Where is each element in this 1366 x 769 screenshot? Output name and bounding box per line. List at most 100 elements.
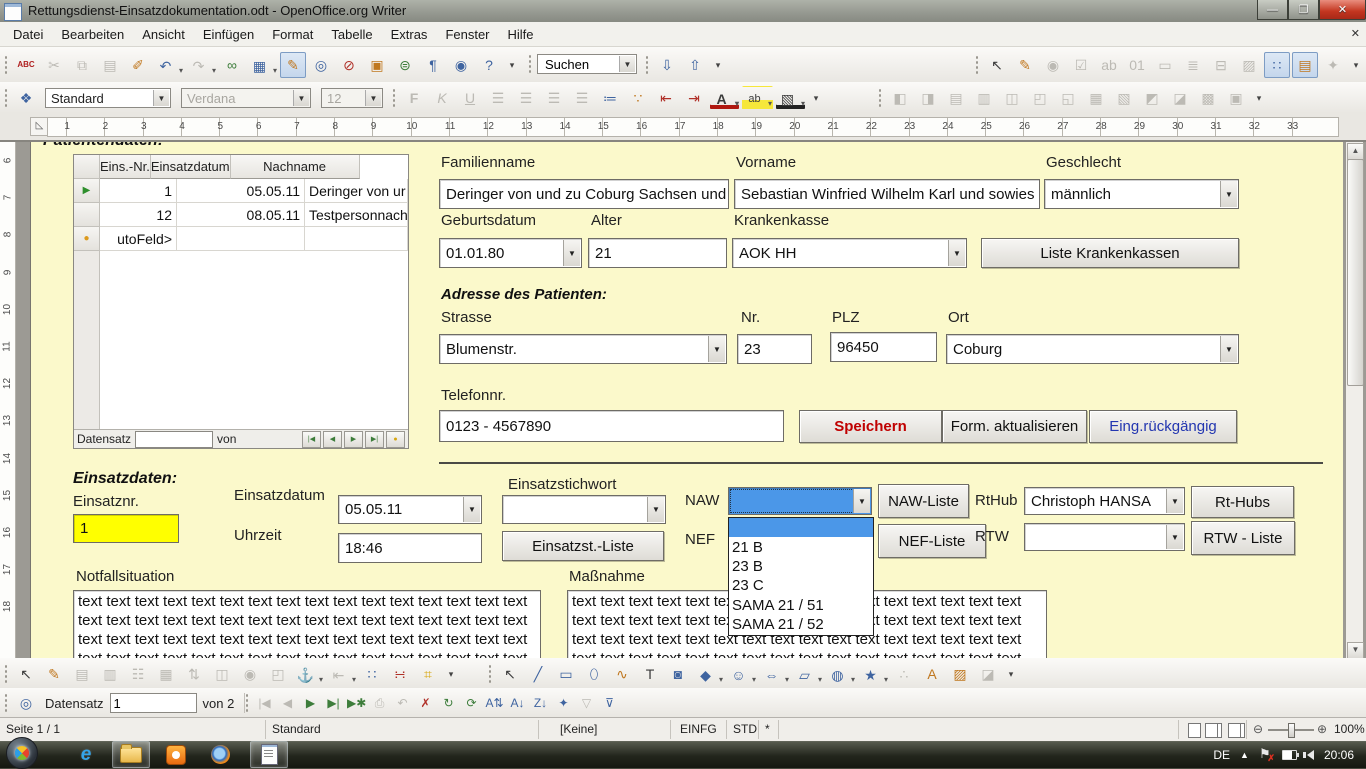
record-number-input[interactable] bbox=[110, 693, 197, 713]
frame-tool-icon[interactable]: ◪ bbox=[1167, 85, 1193, 111]
form-properties-icon[interactable]: ▥ bbox=[97, 661, 123, 687]
grid-visible-icon[interactable]: ∷ bbox=[359, 661, 385, 687]
multi-page-view-icon[interactable] bbox=[1205, 723, 1218, 738]
numbered-list-icon[interactable]: ≔ bbox=[597, 85, 623, 111]
auto-focus-icon[interactable]: ◉ bbox=[237, 661, 263, 687]
datasources-icon[interactable]: ⊜ bbox=[392, 52, 418, 78]
add-field-icon[interactable]: ▦ bbox=[153, 661, 179, 687]
increase-indent-icon[interactable]: ⇥ bbox=[681, 85, 707, 111]
navigator-icon[interactable]: ⊘ bbox=[336, 52, 362, 78]
krankenkasse-dropdown[interactable]: AOK HH▼ bbox=[732, 238, 967, 268]
font-size-combobox[interactable]: 12 ▼ bbox=[321, 88, 383, 108]
scroll-up-icon[interactable]: ▲ bbox=[1347, 143, 1364, 160]
form-design-icon[interactable]: ▤ bbox=[1292, 52, 1318, 78]
close-button[interactable]: ✕ bbox=[1319, 0, 1366, 20]
scrollbar-thumb[interactable] bbox=[1347, 159, 1364, 386]
toolbar-overflow-icon[interactable]: ▾ bbox=[1348, 52, 1364, 78]
form-aktualisieren-button[interactable]: Form. aktualisieren bbox=[942, 410, 1087, 443]
chevron-down-icon[interactable]: ▼ bbox=[1166, 489, 1183, 513]
fontwork-icon[interactable]: A bbox=[919, 661, 945, 687]
more-controls-icon[interactable]: ∷ bbox=[1264, 52, 1290, 78]
design-mode-icon[interactable]: ✎ bbox=[280, 52, 306, 78]
menu-item[interactable]: Einfügen bbox=[194, 24, 263, 45]
prev-record-icon[interactable]: ◀ bbox=[277, 690, 298, 716]
language-indicator[interactable]: [Keine] bbox=[560, 722, 597, 736]
naw-option[interactable]: SAMA 21 / 52 bbox=[729, 615, 873, 634]
freeform-line-icon[interactable]: ∿ bbox=[609, 661, 635, 687]
minimize-button[interactable]: — bbox=[1257, 0, 1288, 20]
first-record-icon[interactable]: |◀ bbox=[254, 690, 275, 716]
firefox-taskbar-icon[interactable] bbox=[202, 742, 238, 767]
chevron-down-icon[interactable]: ▼ bbox=[365, 90, 381, 106]
toolbar-overflow-icon[interactable]: ▾ bbox=[504, 52, 520, 78]
cell-einsatzdatum[interactable]: 08.05.11 bbox=[177, 203, 305, 227]
menu-item[interactable]: Extras bbox=[382, 24, 437, 45]
horizontal-ruler[interactable]: 1234567891011121314151617181920212223242… bbox=[47, 117, 1339, 137]
row-selector[interactable]: ▶ bbox=[74, 179, 100, 203]
format-paintbrush-icon[interactable]: ✐ bbox=[125, 52, 151, 78]
bullet-list-icon[interactable]: ∵ bbox=[625, 85, 651, 111]
change-anchor-icon[interactable]: ⚓ bbox=[293, 662, 324, 686]
naw-option[interactable]: 23 C bbox=[729, 576, 873, 595]
chevron-down-icon[interactable]: ▼ bbox=[853, 489, 870, 513]
menu-item[interactable]: Tabelle bbox=[322, 24, 381, 45]
zoom-in-icon[interactable]: ⊕ bbox=[1317, 722, 1327, 736]
delete-record-icon[interactable]: ✗ bbox=[415, 690, 436, 716]
cell-einsatzdatum[interactable] bbox=[177, 227, 305, 251]
zoom-out-icon[interactable]: ⊖ bbox=[1253, 722, 1263, 736]
familienname-field[interactable]: Deringer von und zu Coburg Sachsen und bbox=[439, 179, 729, 209]
toolbar-overflow-icon[interactable]: ▾ bbox=[1251, 85, 1267, 111]
extrusion-icon[interactable]: ◪ bbox=[975, 661, 1001, 687]
menu-item[interactable]: Format bbox=[263, 24, 322, 45]
last-record-icon[interactable]: ▶| bbox=[365, 431, 384, 448]
justify-icon[interactable]: ☰ bbox=[569, 85, 595, 111]
guides-when-moving-icon[interactable]: ⌗ bbox=[415, 661, 441, 687]
position-size-icon[interactable]: ◰ bbox=[265, 661, 291, 687]
frame-tool-icon[interactable]: ◰ bbox=[1027, 85, 1053, 111]
frame-tool-icon[interactable]: ▥ bbox=[971, 85, 997, 111]
refresh-control-icon[interactable]: ⟳ bbox=[461, 690, 482, 716]
frame-tool-icon[interactable]: ◧ bbox=[887, 85, 913, 111]
menu-item[interactable]: Ansicht bbox=[133, 24, 194, 45]
action-center-icon[interactable] bbox=[1259, 748, 1272, 762]
sort-icon[interactable]: A⇅ bbox=[484, 690, 505, 716]
vertical-scrollbar[interactable]: ▲ ▼ bbox=[1346, 142, 1363, 660]
cell-eins-nr[interactable]: utoFeld> bbox=[100, 227, 177, 251]
record-number-input[interactable] bbox=[135, 431, 213, 448]
design-mode-pencil-icon[interactable]: ✎ bbox=[1012, 52, 1038, 78]
find-replace-icon[interactable]: ◎ bbox=[308, 52, 334, 78]
callout-icon[interactable]: ◙ bbox=[665, 661, 691, 687]
font-color-icon[interactable]: A bbox=[709, 86, 740, 110]
toolbar-overflow-icon[interactable]: ▾ bbox=[710, 52, 726, 78]
chevron-down-icon[interactable]: ▼ bbox=[563, 240, 580, 266]
media-player-taskbar-icon[interactable] bbox=[158, 742, 194, 767]
naw-option[interactable]: 23 B bbox=[729, 557, 873, 576]
nr-field[interactable]: 23 bbox=[737, 334, 812, 364]
decrease-indent-icon[interactable]: ⇤ bbox=[653, 85, 679, 111]
undo-icon[interactable]: ↶ bbox=[153, 53, 184, 77]
text-box-icon[interactable]: ab bbox=[1096, 52, 1122, 78]
checkbox-icon[interactable]: ☑ bbox=[1068, 52, 1094, 78]
chevron-down-icon[interactable]: ▼ bbox=[153, 90, 169, 106]
battery-icon[interactable] bbox=[1282, 750, 1297, 760]
column-header[interactable]: Einsatzdatum bbox=[151, 155, 231, 179]
basic-shapes-icon[interactable]: ◆ bbox=[693, 662, 724, 686]
menu-item[interactable]: Bearbeiten bbox=[52, 24, 133, 45]
sort-descending-icon[interactable]: Z↓ bbox=[530, 690, 551, 716]
toolbar-overflow-icon[interactable]: ▾ bbox=[443, 661, 459, 687]
naw-dropdown-list[interactable]: 21 B23 B23 CSAMA 21 / 51SAMA 21 / 52 bbox=[728, 517, 874, 636]
patient-table-control[interactable]: Eins.-Nr.EinsatzdatumNachname ▶ 1 05.05.… bbox=[73, 154, 409, 449]
push-button-icon[interactable]: ▭ bbox=[1152, 52, 1178, 78]
underline-icon[interactable]: U bbox=[457, 85, 483, 111]
column-header[interactable]: Nachname bbox=[231, 155, 360, 179]
geburtsdatum-dropdown[interactable]: 01.01.80▼ bbox=[439, 238, 582, 268]
chevron-down-icon[interactable]: ▼ bbox=[293, 90, 309, 106]
select-pointer-icon[interactable]: ↖ bbox=[984, 52, 1010, 78]
table-row[interactable]: ● utoFeld> bbox=[74, 227, 408, 251]
einsatzstichwort-dropdown[interactable]: ▼ bbox=[502, 495, 666, 524]
design-mode-pencil-icon[interactable]: ✎ bbox=[41, 661, 67, 687]
cell-eins-nr[interactable]: 12 bbox=[100, 203, 177, 227]
apply-filter-icon[interactable]: ▽ bbox=[576, 690, 597, 716]
help-icon[interactable]: ? bbox=[476, 52, 502, 78]
new-record-icon[interactable]: ● bbox=[386, 431, 405, 448]
